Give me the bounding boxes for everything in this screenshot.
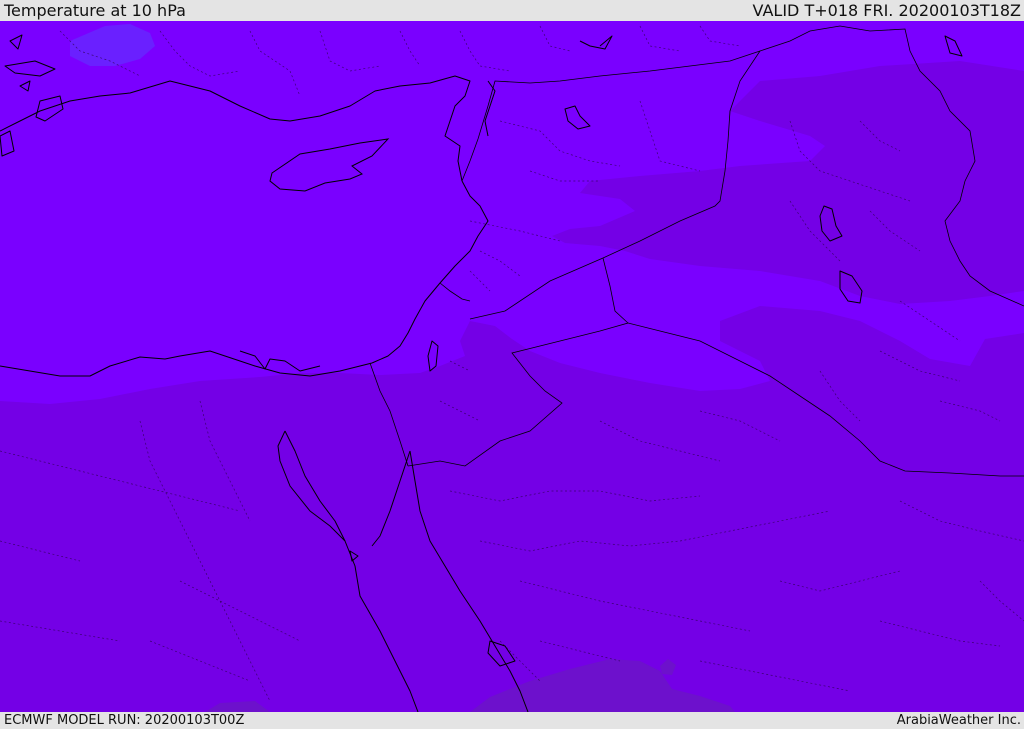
valid-time-label: VALID T+018 FRI. 20200103T18Z xyxy=(752,1,1021,20)
credit-label: ArabiaWeather Inc. xyxy=(896,713,1021,728)
header-bar: Temperature at 10 hPa VALID T+018 FRI. 2… xyxy=(0,0,1024,21)
model-run-label: ECMWF MODEL RUN: 20200103T00Z xyxy=(4,713,245,728)
map-frame: Temperature at 10 hPa VALID T+018 FRI. 2… xyxy=(0,0,1024,729)
map-title: Temperature at 10 hPa xyxy=(4,1,186,20)
temperature-map[interactable] xyxy=(0,21,1024,712)
footer-bar: ECMWF MODEL RUN: 20200103T00Z ArabiaWeat… xyxy=(0,712,1024,729)
